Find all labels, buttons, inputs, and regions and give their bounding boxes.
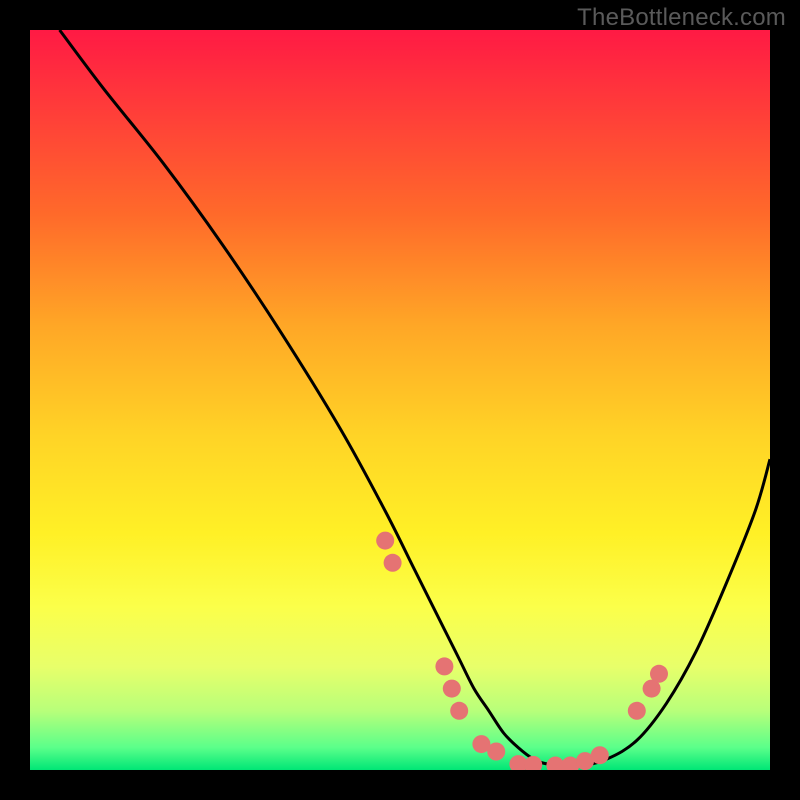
plot-area (30, 30, 770, 770)
data-marker (628, 702, 646, 720)
data-marker (450, 702, 468, 720)
curve-layer (30, 30, 770, 770)
data-marker (650, 665, 668, 683)
data-marker (435, 657, 453, 675)
bottleneck-curve (60, 30, 770, 767)
data-marker (384, 554, 402, 572)
data-marker (524, 756, 542, 770)
data-marker (591, 746, 609, 764)
watermark-text: TheBottleneck.com (577, 4, 786, 32)
data-marker (376, 532, 394, 550)
data-markers (376, 532, 668, 770)
data-marker (487, 743, 505, 761)
data-marker (443, 680, 461, 698)
chart-frame: TheBottleneck.com (0, 0, 800, 800)
